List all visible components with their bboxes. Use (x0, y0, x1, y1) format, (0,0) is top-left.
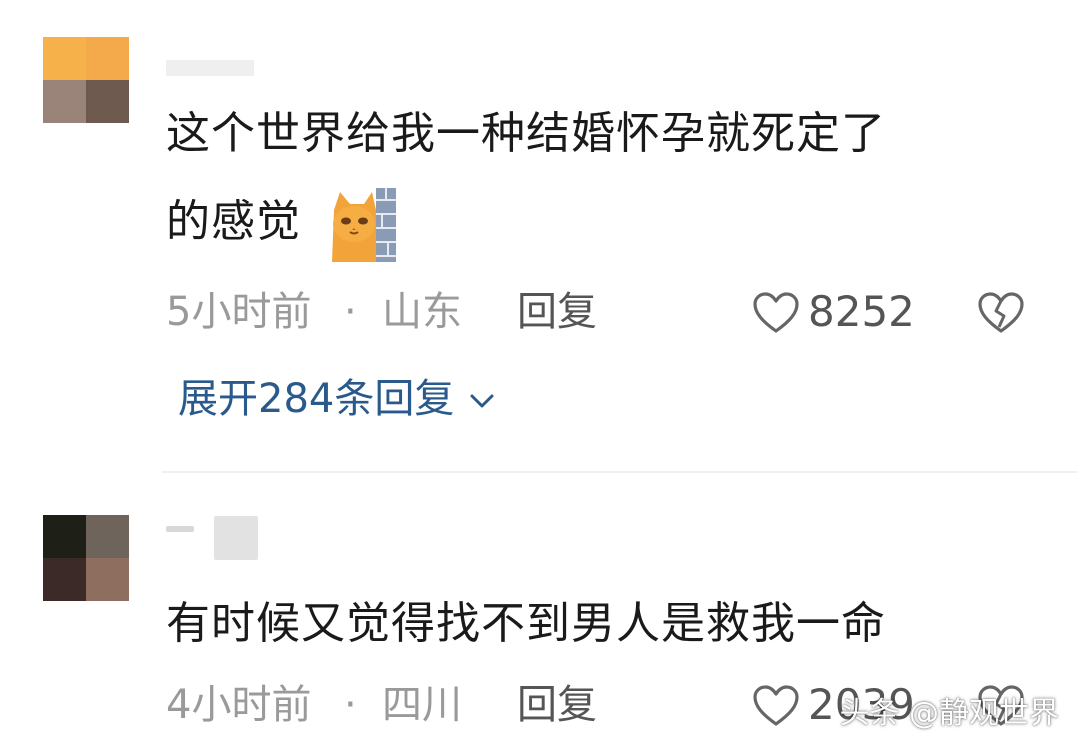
comment-time: 5小时前 (166, 289, 312, 335)
username-blurred[interactable] (166, 526, 194, 532)
comment-text-continued: 的感觉 (166, 192, 301, 252)
comment-text-line2: 的感觉 (166, 196, 301, 247)
meta-separator: · (344, 289, 357, 335)
comment-divider (162, 471, 1077, 473)
comment-location: 四川 (382, 682, 462, 728)
expand-replies-link[interactable]: 展开284条回复 (178, 374, 495, 424)
comment-time: 4小时前 (166, 682, 312, 728)
chevron-down-icon (470, 394, 494, 408)
avatar[interactable] (43, 515, 129, 601)
comment-text: 有时候又觉得找不到男人是救我一命 (166, 598, 886, 649)
broken-heart-dislike-icon[interactable] (977, 291, 1025, 335)
avatar[interactable] (43, 37, 129, 123)
reply-button[interactable]: 回复 (517, 287, 597, 337)
expand-replies-label: 展开284条回复 (178, 376, 455, 422)
watermark: 头条 @静观世界 (839, 696, 1059, 731)
heart-icon[interactable] (752, 291, 800, 335)
meta-separator: · (344, 682, 357, 728)
reply-button[interactable]: 回复 (517, 680, 597, 730)
comment-location: 山东 (382, 289, 462, 335)
username-blurred[interactable] (166, 60, 254, 76)
heart-icon[interactable] (752, 684, 800, 728)
cat-peeking-from-wall-emoji (332, 188, 396, 262)
comment-text: 这个世界给我一种结婚怀孕就死定了 (166, 108, 886, 159)
username-blurred-part (214, 516, 258, 560)
like-count: 8252 (808, 287, 915, 336)
